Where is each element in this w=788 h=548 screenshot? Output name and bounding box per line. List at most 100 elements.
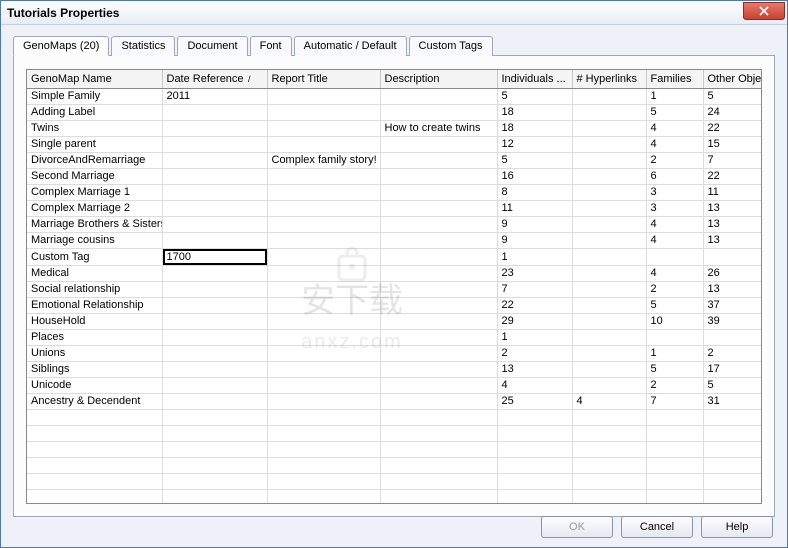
table-cell[interactable] [267,361,380,377]
table-cell[interactable] [27,425,162,441]
table-row[interactable] [27,441,762,457]
table-cell[interactable]: 2 [497,345,572,361]
table-cell[interactable] [162,265,267,281]
table-cell[interactable] [267,457,380,473]
tab-document[interactable]: Document [177,36,247,56]
table-cell[interactable] [572,120,646,136]
help-button[interactable]: Help [701,516,773,538]
table-row[interactable]: Unicode425 [27,377,762,393]
table-cell[interactable] [572,88,646,104]
table-row[interactable]: Medical23426 [27,265,762,281]
table-cell[interactable] [646,248,703,265]
table-cell[interactable]: Marriage Brothers & Sisters [27,216,162,232]
table-cell[interactable]: Complex Marriage 2 [27,200,162,216]
table-cell[interactable] [646,489,703,504]
table-cell[interactable]: 2 [646,281,703,297]
table-cell[interactable]: 5 [646,104,703,120]
table-cell[interactable]: 12 [497,136,572,152]
table-cell[interactable] [572,377,646,393]
table-cell[interactable]: DivorceAndRemarriage [27,152,162,168]
table-cell[interactable] [572,361,646,377]
table-row[interactable]: Custom Tag1 [27,248,762,265]
table-row[interactable]: Ancestry & Decendent254731 [27,393,762,409]
table-cell[interactable] [162,441,267,457]
table-cell[interactable]: 13 [703,216,762,232]
table-cell[interactable]: 5 [703,88,762,104]
table-cell[interactable]: 3 [646,200,703,216]
table-cell[interactable] [497,457,572,473]
table-cell[interactable]: 2 [646,377,703,393]
table-row[interactable]: Complex Marriage 211313 [27,200,762,216]
table-cell[interactable]: How to create twins [380,120,497,136]
table-cell[interactable] [572,473,646,489]
column-header[interactable]: Families [646,70,703,88]
table-cell[interactable] [380,281,497,297]
tab-statistics[interactable]: Statistics [111,36,175,56]
table-cell[interactable] [162,457,267,473]
table-cell[interactable] [267,393,380,409]
table-cell[interactable] [267,345,380,361]
table-cell[interactable]: 4 [646,136,703,152]
table-cell[interactable]: 22 [703,168,762,184]
table-cell[interactable]: 3 [646,184,703,200]
table-row[interactable]: HouseHold291039 [27,313,762,329]
table-cell[interactable] [572,345,646,361]
table-row[interactable]: DivorceAndRemarriageComplex family story… [27,152,762,168]
table-cell[interactable] [380,489,497,504]
table-row[interactable]: Simple Family2011515 [27,88,762,104]
table-cell[interactable] [572,409,646,425]
table-cell[interactable] [703,409,762,425]
table-cell[interactable]: Siblings [27,361,162,377]
table-cell[interactable] [572,489,646,504]
table-cell[interactable] [267,104,380,120]
column-header[interactable]: GenoMap Name [27,70,162,88]
table-row[interactable]: Emotional Relationship22537 [27,297,762,313]
table-cell[interactable] [267,136,380,152]
table-cell[interactable] [267,489,380,504]
table-row[interactable]: Places1 [27,329,762,345]
table-row[interactable]: Adding Label18524 [27,104,762,120]
table-cell[interactable] [497,489,572,504]
table-cell[interactable] [380,248,497,265]
table-cell[interactable] [380,232,497,248]
table-cell[interactable]: 7 [703,152,762,168]
table-cell[interactable] [267,216,380,232]
table-cell[interactable]: 17 [703,361,762,377]
table-row[interactable] [27,425,762,441]
table-row[interactable] [27,457,762,473]
table-cell[interactable]: Emotional Relationship [27,297,162,313]
table-cell[interactable] [162,313,267,329]
table-cell[interactable]: 13 [703,232,762,248]
table-cell[interactable] [162,409,267,425]
table-cell[interactable]: Places [27,329,162,345]
table-cell[interactable] [162,216,267,232]
table-cell[interactable] [572,425,646,441]
table-row[interactable]: Marriage Brothers & Sisters9413 [27,216,762,232]
table-cell[interactable]: 13 [703,200,762,216]
table-cell[interactable]: 13 [497,361,572,377]
table-cell[interactable] [27,473,162,489]
table-cell[interactable] [162,248,267,265]
table-cell[interactable]: 37 [703,297,762,313]
table-cell[interactable]: 2 [646,152,703,168]
table-cell[interactable]: 4 [646,265,703,281]
table-cell[interactable] [572,281,646,297]
column-header[interactable]: Date Reference / [162,70,267,88]
table-cell[interactable]: 11 [703,184,762,200]
table-cell[interactable]: Medical [27,265,162,281]
table-cell[interactable] [572,200,646,216]
table-cell[interactable]: Unions [27,345,162,361]
table-cell[interactable] [380,216,497,232]
table-cell[interactable]: Twins [27,120,162,136]
table-cell[interactable] [267,88,380,104]
table-cell[interactable]: 4 [497,377,572,393]
table-cell[interactable] [27,489,162,504]
table-cell[interactable] [572,313,646,329]
table-cell[interactable]: 5 [703,377,762,393]
table-cell[interactable] [572,329,646,345]
table-row[interactable]: Siblings13517 [27,361,762,377]
table-cell[interactable] [703,248,762,265]
table-cell[interactable] [267,281,380,297]
column-header[interactable]: Report Title [267,70,380,88]
table-cell[interactable] [380,425,497,441]
